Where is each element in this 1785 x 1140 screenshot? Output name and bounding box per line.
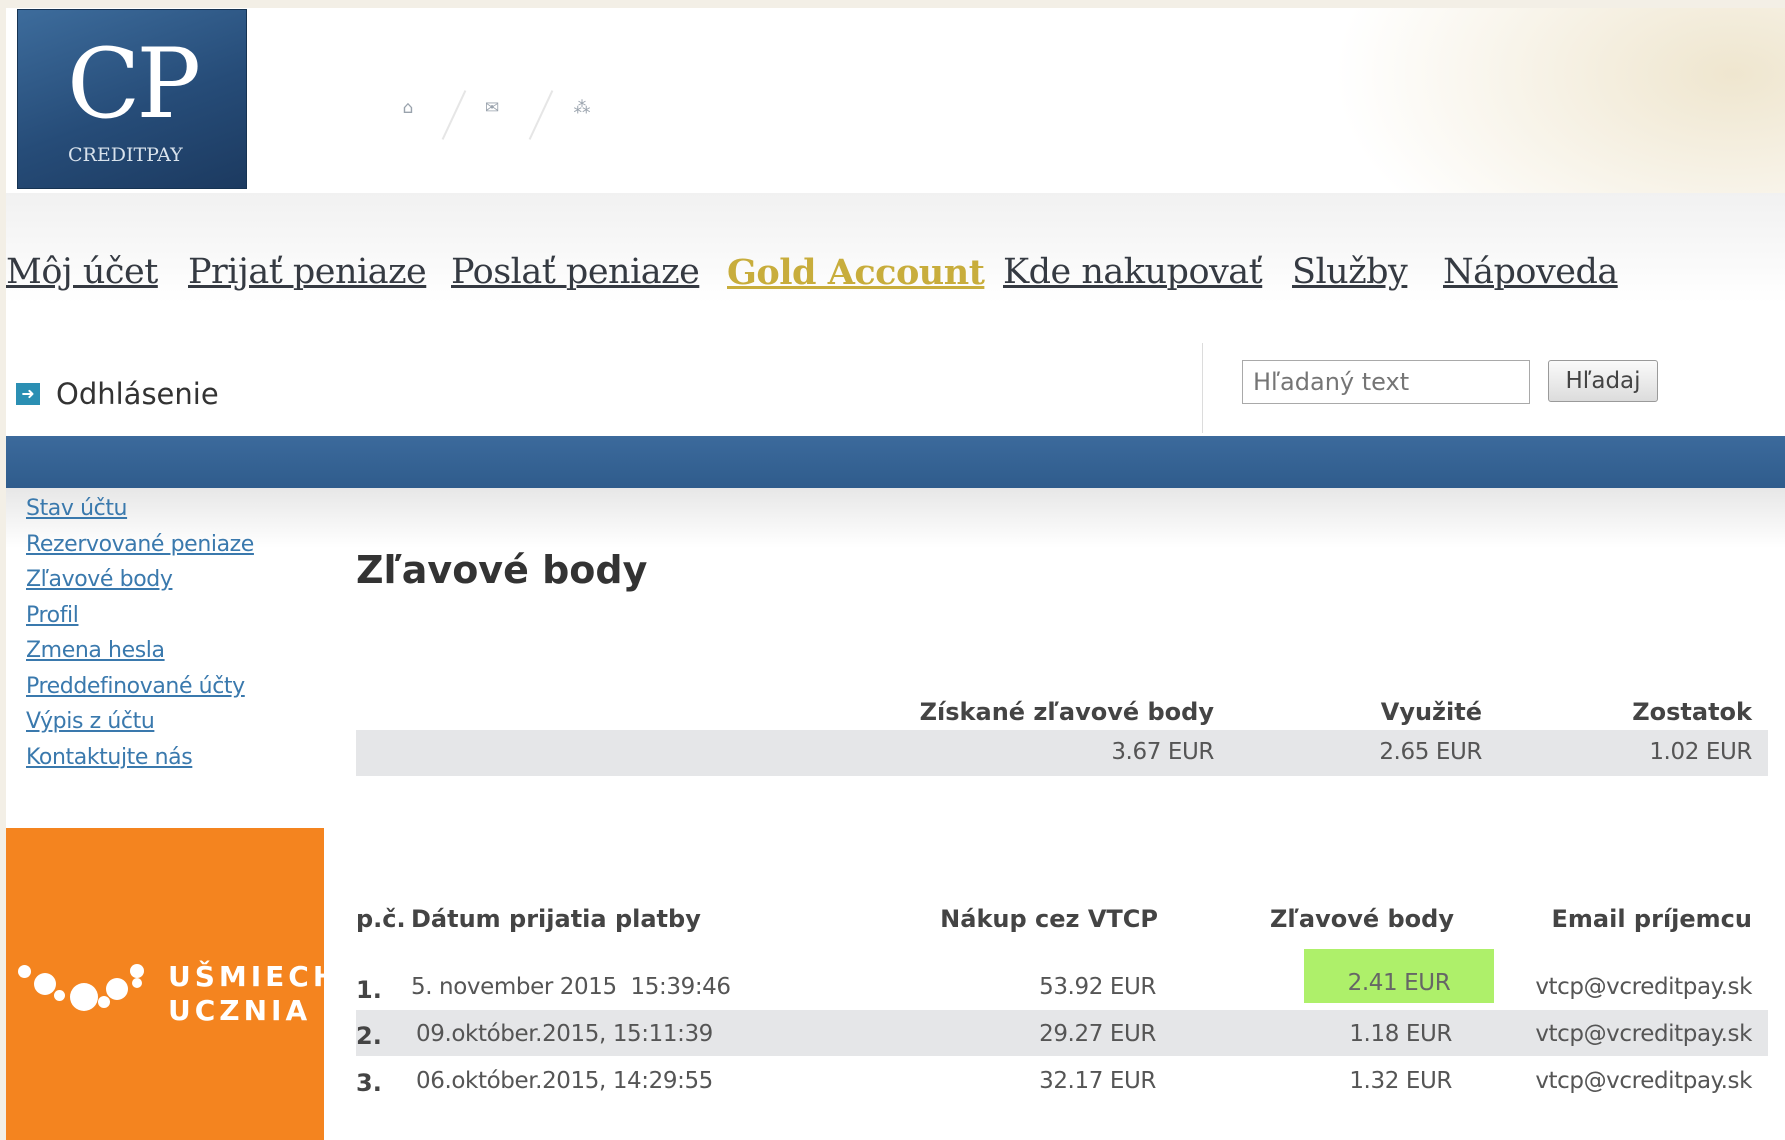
row-purchase: 53.92 EUR xyxy=(1039,974,1156,1000)
row-points: 1.32 EUR xyxy=(1349,1068,1452,1094)
blue-header-bar xyxy=(6,436,1785,488)
sidebar-item-statement[interactable]: Výpis z účtu xyxy=(26,709,254,745)
row-date: 09.október.2015, 15:11:39 xyxy=(416,1021,713,1047)
nav-where-to-shop[interactable]: Kde nakupovať xyxy=(1003,252,1263,292)
divider xyxy=(528,90,554,140)
divider xyxy=(1202,343,1203,433)
row-email: vtcp@vcreditpay.sk xyxy=(1535,1068,1752,1094)
page-title: Zľavové body xyxy=(356,548,648,592)
banner-text: UCZNIA xyxy=(168,994,312,1027)
nav-gold-account[interactable]: Gold Account xyxy=(727,252,985,293)
sidebar-item-account-status[interactable]: Stav účtu xyxy=(26,496,254,532)
row-purchase: 29.27 EUR xyxy=(1039,1021,1156,1047)
nav-my-account[interactable]: Môj účet xyxy=(6,252,158,292)
summary-used-value: 2.65 EUR xyxy=(1379,739,1482,765)
logout-arrow-icon: ➜ xyxy=(16,383,40,405)
divider xyxy=(441,90,467,140)
logo-name: CREDITPAY xyxy=(68,144,183,166)
sitemap-icon[interactable]: ⁂ xyxy=(570,98,594,122)
sidebar-nav: Stav účtu Rezervované peniaze Zľavové bo… xyxy=(26,496,254,780)
nav-services[interactable]: Služby xyxy=(1292,252,1408,292)
nav-help[interactable]: Nápoveda xyxy=(1443,252,1618,292)
sidebar-item-reserved-money[interactable]: Rezervované peniaze xyxy=(26,532,254,568)
row-date: 06.október.2015, 14:29:55 xyxy=(416,1068,713,1094)
row-number: 1. xyxy=(356,976,382,1004)
row-email: vtcp@vcreditpay.sk xyxy=(1535,1021,1752,1047)
summary-balance-value: 1.02 EUR xyxy=(1649,739,1752,765)
row-email: vtcp@vcreditpay.sk xyxy=(1535,974,1752,1000)
column-header-no: p.č. xyxy=(356,905,406,933)
usmiech-ucznia-banner[interactable]: UŠMIECH UCZNIA xyxy=(6,828,336,1140)
nav-receive-money[interactable]: Prijať peniaze xyxy=(188,252,427,292)
sidebar-item-contact[interactable]: Kontaktujte nás xyxy=(26,745,254,781)
search-button[interactable]: Hľadaj xyxy=(1548,360,1658,402)
column-header-purchase: Nákup cez VTCP xyxy=(940,905,1158,933)
summary-header-used: Využité xyxy=(1380,698,1482,726)
column-header-date: Dátum prijatia platby xyxy=(411,905,701,933)
search-input[interactable] xyxy=(1242,360,1530,404)
row-date: 5. november 2015 15:39:46 xyxy=(411,974,731,1000)
row-number: 3. xyxy=(356,1069,382,1097)
nav-send-money[interactable]: Poslať peniaze xyxy=(451,252,700,292)
row-points: 1.18 EUR xyxy=(1349,1021,1452,1047)
summary-earned-value: 3.67 EUR xyxy=(1111,739,1214,765)
column-header-points: Zľavové body xyxy=(1269,905,1454,933)
page-frame: CP CREDITPAY ⌂ ✉ ⁂ Môj účet Prijať penia… xyxy=(6,8,1785,1140)
summary-header-earned: Získané zľavové body xyxy=(919,698,1214,726)
sidebar-item-change-password[interactable]: Zmena hesla xyxy=(26,638,254,674)
banner-text: UŠMIECH xyxy=(168,960,341,993)
row-purchase: 32.17 EUR xyxy=(1039,1068,1156,1094)
home-icon[interactable]: ⌂ xyxy=(396,98,420,122)
sidebar-item-predefined-accounts[interactable]: Preddefinované účty xyxy=(26,674,254,710)
summary-header-balance: Zostatok xyxy=(1632,698,1752,726)
logo-monogram: CP xyxy=(66,28,201,140)
row-number: 2. xyxy=(356,1022,382,1050)
sidebar-item-discount-points[interactable]: Zľavové body xyxy=(26,567,254,603)
mail-icon[interactable]: ✉ xyxy=(480,98,504,122)
column-header-email: Email príjemcu xyxy=(1551,905,1752,933)
sidebar-item-profile[interactable]: Profil xyxy=(26,603,254,639)
content-shadow xyxy=(6,488,1785,548)
creditpay-logo[interactable]: CP CREDITPAY xyxy=(17,9,247,189)
row-points: 2.41 EUR xyxy=(1347,970,1451,996)
logout-label: Odhlásenie xyxy=(56,377,219,411)
